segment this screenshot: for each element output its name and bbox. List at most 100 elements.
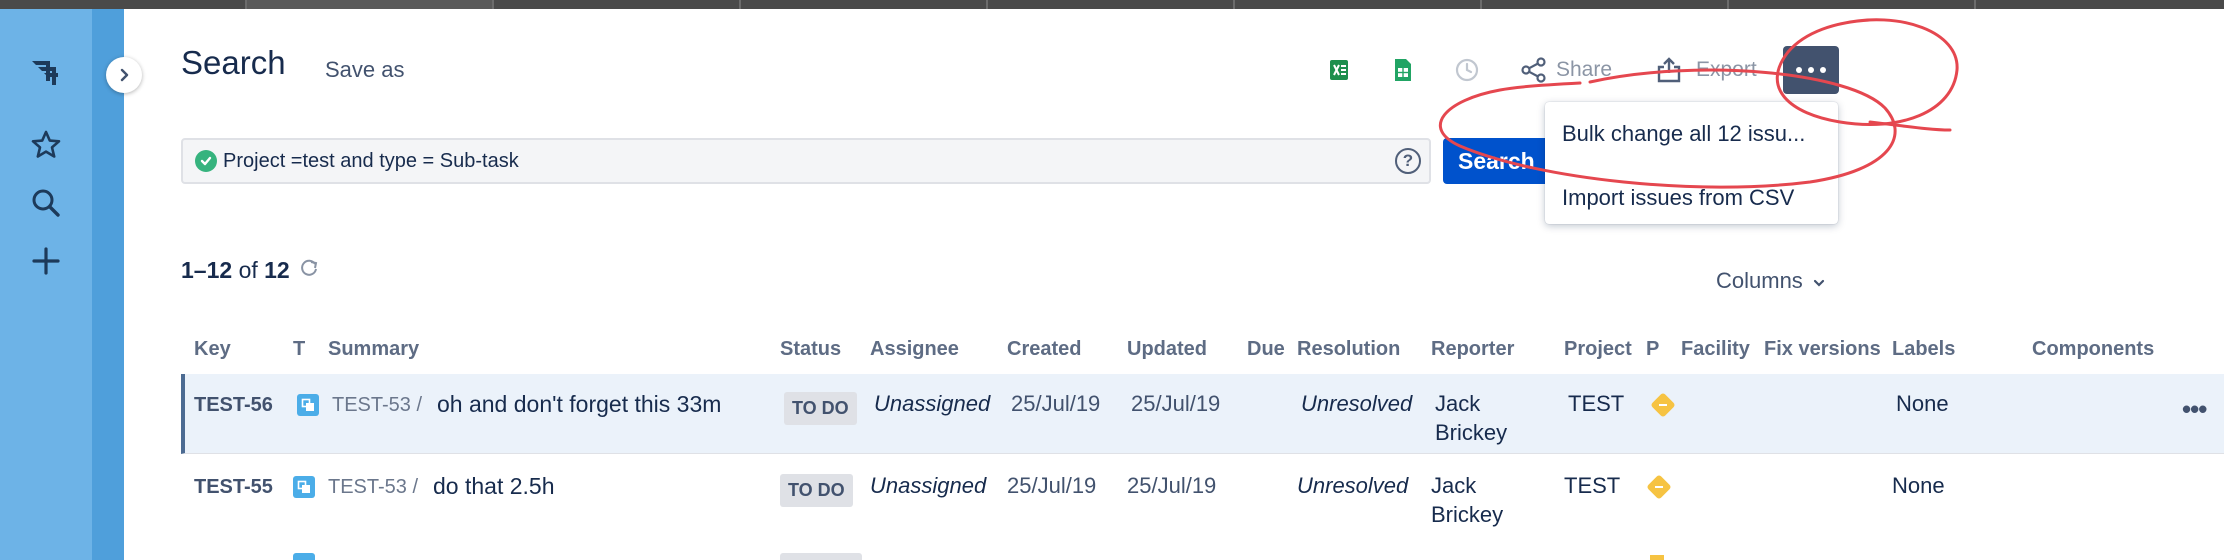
ellipsis-dot-icon xyxy=(1808,67,1814,73)
browser-tab[interactable] xyxy=(1482,0,1729,9)
export-label: Export xyxy=(1696,58,1757,81)
parent-issue-link[interactable]: TEST-53 / xyxy=(332,394,422,417)
column-header-due[interactable]: Due xyxy=(1247,338,1285,361)
results-total: 12 xyxy=(264,257,290,283)
star-icon[interactable] xyxy=(26,125,66,165)
history-button[interactable] xyxy=(1454,52,1480,88)
column-header-key[interactable]: Key xyxy=(194,338,231,361)
issue-key-link[interactable]: TEST-56 xyxy=(194,394,273,417)
clock-icon xyxy=(1455,58,1479,82)
resolution-value: Unresolved xyxy=(1297,473,1409,498)
search-icon[interactable] xyxy=(26,183,66,223)
results-count: 1–12 of 12 xyxy=(181,257,290,284)
ellipsis-dot-icon xyxy=(1820,67,1826,73)
export-excel-button[interactable] xyxy=(1328,52,1350,88)
row-actions-icon[interactable]: ••• xyxy=(2182,394,2207,425)
share-icon xyxy=(1521,57,1546,83)
table-row-partial[interactable] xyxy=(181,551,2224,560)
browser-tab[interactable] xyxy=(247,0,494,9)
assignee-value: Unassigned xyxy=(870,473,987,498)
priority-medium-icon xyxy=(1646,474,1672,500)
menu-item-bulk-change[interactable]: Bulk change all 12 issu... xyxy=(1562,121,1832,147)
column-header-project[interactable]: Project xyxy=(1564,338,1632,361)
results-of: of xyxy=(238,257,258,283)
browser-tab[interactable] xyxy=(1235,0,1482,9)
browser-tab[interactable] xyxy=(1729,0,1976,9)
create-plus-icon[interactable] xyxy=(26,241,66,281)
browser-tab[interactable] xyxy=(0,0,247,9)
global-sidebar xyxy=(0,9,92,560)
column-header-created[interactable]: Created xyxy=(1007,338,1081,361)
export-button[interactable]: Export xyxy=(1656,52,1757,88)
column-header-facility[interactable]: Facility xyxy=(1681,338,1750,361)
column-header-priority[interactable]: P xyxy=(1646,338,1659,361)
share-label: Share xyxy=(1556,58,1613,81)
export-upload-icon xyxy=(1657,57,1681,83)
ellipsis-dot-icon xyxy=(1796,67,1802,73)
reporter-first-name: Jack xyxy=(1431,473,1477,498)
reporter-last-name: Brickey xyxy=(1431,502,1504,527)
status-badge xyxy=(780,553,862,560)
more-actions-menu: Bulk change all 12 issu... Import issues… xyxy=(1545,102,1838,224)
columns-label: Columns xyxy=(1716,268,1803,293)
browser-tab[interactable] xyxy=(494,0,741,9)
labels-value: None xyxy=(1892,473,1945,498)
issue-key-link[interactable]: TEST-55 xyxy=(194,476,273,499)
results-range: 1–12 xyxy=(181,257,233,283)
share-button[interactable]: Share xyxy=(1520,52,1612,88)
reporter-last-name: Brickey xyxy=(1435,420,1508,445)
subtask-type-icon xyxy=(297,394,319,416)
assignee-value: Unassigned xyxy=(874,391,991,416)
project-value: TEST xyxy=(1564,473,1621,498)
page-title: Search xyxy=(181,44,286,81)
valid-check-icon xyxy=(195,150,217,172)
reporter-first-name: Jack xyxy=(1435,391,1481,416)
column-header-type[interactable]: T xyxy=(293,338,305,361)
save-as-button[interactable]: Save as xyxy=(325,57,405,83)
column-header-reporter[interactable]: Reporter xyxy=(1431,338,1514,361)
column-header-assignee[interactable]: Assignee xyxy=(870,338,959,361)
help-question-icon[interactable]: ? xyxy=(1395,148,1421,174)
issue-summary-link[interactable]: oh and don't forget this 33m xyxy=(437,391,721,418)
chevron-right-icon xyxy=(120,68,129,82)
browser-tab[interactable] xyxy=(741,0,988,9)
more-actions-button[interactable] xyxy=(1783,46,1839,94)
subtask-type-icon xyxy=(293,553,315,560)
column-header-updated[interactable]: Updated xyxy=(1127,338,1207,361)
subtask-type-icon xyxy=(293,476,315,498)
jira-logo-icon[interactable] xyxy=(26,51,66,91)
column-header-labels[interactable]: Labels xyxy=(1892,338,1955,361)
jql-query-text: Project =test and type = Sub-task xyxy=(223,150,519,172)
status-badge[interactable]: TO DO xyxy=(780,474,853,507)
created-value: 25/Jul/19 xyxy=(1011,391,1101,416)
column-header-fix-versions[interactable]: Fix versions xyxy=(1764,338,1881,361)
browser-tab[interactable] xyxy=(988,0,1235,9)
browser-tab-strip xyxy=(0,0,2224,9)
parent-issue-link[interactable]: TEST-53 / xyxy=(328,476,418,499)
expand-sidebar-button[interactable] xyxy=(106,57,142,93)
column-header-status[interactable]: Status xyxy=(780,338,841,361)
google-sheets-icon xyxy=(1395,59,1411,81)
project-value: TEST xyxy=(1568,391,1625,416)
table-row[interactable]: TEST-55 TEST-53 / do that 2.5h TO DO Una… xyxy=(181,456,2224,536)
priority-medium-icon xyxy=(1650,555,1664,560)
table-row[interactable]: TEST-56 TEST-53 / oh and don't forget th… xyxy=(181,374,2224,454)
updated-value: 25/Jul/19 xyxy=(1127,473,1217,498)
labels-value: None xyxy=(1896,391,1949,416)
resolution-value: Unresolved xyxy=(1301,391,1413,416)
status-badge[interactable]: TO DO xyxy=(784,392,857,425)
menu-item-import-csv[interactable]: Import issues from CSV xyxy=(1562,185,1832,211)
excel-icon xyxy=(1330,60,1348,80)
created-value: 25/Jul/19 xyxy=(1007,473,1097,498)
chevron-down-icon xyxy=(1813,279,1825,287)
column-header-summary[interactable]: Summary xyxy=(328,338,419,361)
annotation-tail xyxy=(1868,120,1952,132)
column-header-components[interactable]: Components xyxy=(2032,338,2154,361)
columns-button[interactable]: Columns xyxy=(1716,268,1825,294)
refresh-icon[interactable] xyxy=(298,257,320,285)
export-sheets-button[interactable] xyxy=(1393,52,1413,88)
column-header-resolution[interactable]: Resolution xyxy=(1297,338,1400,361)
issue-summary-link[interactable]: do that 2.5h xyxy=(433,473,555,500)
jql-query-input[interactable]: Project =test and type = Sub-task ? xyxy=(181,138,1431,184)
priority-medium-icon xyxy=(1650,392,1676,418)
